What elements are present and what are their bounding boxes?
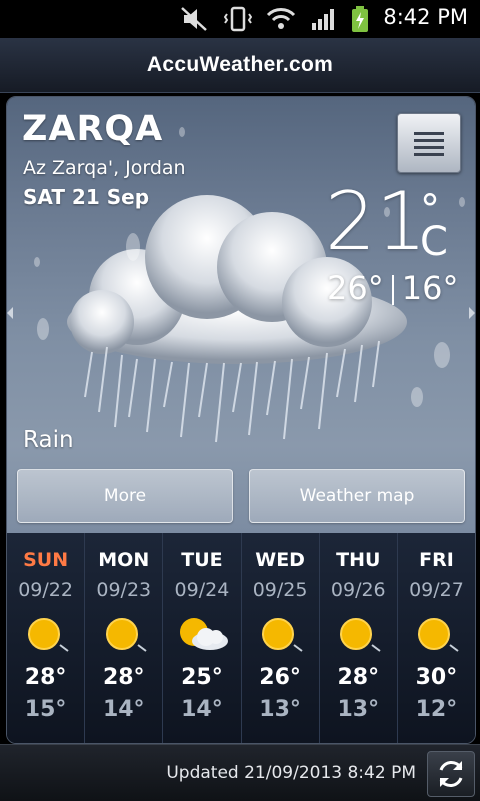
- forecast-low: 14°: [102, 697, 145, 722]
- forecast-day[interactable]: WED 09/25 26° 13°: [242, 533, 320, 743]
- forecast-high: 30°: [415, 665, 458, 690]
- status-bar: 8:42 PM: [0, 0, 480, 38]
- forecast-high: 28°: [24, 665, 67, 690]
- forecast-high: 26°: [259, 665, 301, 690]
- forecast-day-name: TUE: [181, 549, 223, 571]
- menu-icon-line: [414, 153, 444, 156]
- forecast-low: 14°: [181, 697, 223, 722]
- forecast-high: 28°: [102, 665, 145, 690]
- menu-icon-line: [414, 146, 444, 149]
- app-header: AccuWeather.com: [0, 38, 480, 93]
- current-weather-panel[interactable]: ZARQA Az Zarqa', Jordan SAT 21 Sep 21 ° …: [7, 97, 475, 533]
- forecast-day-name: FRI: [419, 549, 454, 571]
- mute-icon: [181, 7, 207, 31]
- forecast-day[interactable]: TUE 09/24 25° 14°: [163, 533, 242, 743]
- weather-map-button[interactable]: Weather map: [249, 469, 465, 523]
- forecast-day[interactable]: MON 09/23 28° 14°: [85, 533, 164, 743]
- sunny-icon: [27, 618, 69, 652]
- footer-bar: Updated 21/09/2013 8:42 PM: [0, 744, 480, 801]
- high-low: 26° 16°: [327, 269, 458, 307]
- region-name: Az Zarqa', Jordan: [23, 157, 186, 179]
- forecast-date: 09/22: [18, 579, 73, 601]
- menu-icon: [414, 132, 444, 135]
- partly-cloudy-icon: [179, 618, 228, 650]
- forecast-day[interactable]: FRI 09/27 30° 12°: [398, 533, 475, 743]
- wifi-icon: [266, 8, 296, 29]
- menu-button[interactable]: [397, 113, 461, 173]
- more-button[interactable]: More: [17, 469, 233, 523]
- brand-logo: AccuWeather.com: [146, 53, 334, 76]
- next-location-arrow[interactable]: [469, 307, 475, 319]
- status-time: 8:42 PM: [383, 5, 468, 29]
- forecast-date: 09/27: [409, 579, 464, 601]
- refresh-button[interactable]: [427, 751, 475, 797]
- last-updated: Updated 21/09/2013 8:42 PM: [166, 763, 416, 783]
- low-temp: 16°: [401, 269, 459, 307]
- city-name: ZARQA: [22, 109, 164, 149]
- sunny-icon: [340, 618, 381, 652]
- forecast-date: 09/24: [174, 579, 230, 601]
- current-temperature: 21: [325, 175, 427, 268]
- forecast-strip: SUN 09/22 28° 15° MON 09/23 28° 14° TUE …: [7, 533, 475, 743]
- forecast-low: 13°: [337, 697, 380, 722]
- sunny-icon: [418, 618, 460, 652]
- forecast-low: 13°: [259, 697, 301, 722]
- refresh-icon: [439, 761, 463, 787]
- forecast-high: 25°: [181, 665, 223, 690]
- vibrate-icon: [224, 6, 252, 32]
- weather-card: ZARQA Az Zarqa', Jordan SAT 21 Sep 21 ° …: [6, 96, 476, 744]
- forecast-date: 09/23: [96, 579, 152, 601]
- forecast-date: 09/26: [330, 579, 386, 601]
- high-temp: 26°: [327, 269, 384, 307]
- battery-charging-icon: [352, 6, 368, 32]
- condition-text: Rain: [23, 427, 74, 453]
- forecast-high: 28°: [337, 665, 380, 690]
- forecast-day-name: MON: [98, 549, 150, 571]
- forecast-day-name: THU: [336, 549, 381, 571]
- forecast-day-name: SUN: [23, 549, 69, 571]
- menu-icon-line: [414, 139, 444, 142]
- current-date: SAT 21 Sep: [23, 185, 150, 209]
- hilo-divider: [391, 275, 394, 305]
- sunny-icon: [262, 618, 303, 652]
- prev-location-arrow[interactable]: [7, 307, 13, 319]
- forecast-day[interactable]: THU 09/26 28° 13°: [320, 533, 398, 743]
- sunny-icon: [105, 618, 147, 652]
- forecast-low: 15°: [24, 697, 67, 722]
- forecast-day[interactable]: SUN 09/22 28° 15°: [7, 533, 86, 743]
- signal-icon: [312, 9, 334, 30]
- forecast-low: 12°: [415, 697, 458, 722]
- forecast-day-name: WED: [255, 549, 305, 571]
- temperature-unit: C: [420, 219, 448, 265]
- forecast-date: 09/25: [252, 579, 308, 601]
